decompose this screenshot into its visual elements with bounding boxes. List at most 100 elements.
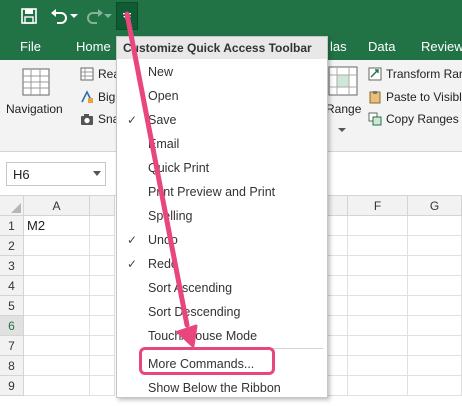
column-header-f[interactable]: F bbox=[348, 196, 408, 216]
row-header[interactable]: 2 bbox=[0, 236, 24, 256]
transform-range-icon[interactable] bbox=[368, 67, 382, 84]
grid-cell[interactable] bbox=[408, 296, 462, 316]
menu-item[interactable]: ✓ Redo bbox=[117, 252, 327, 276]
grid-cell[interactable] bbox=[348, 236, 408, 256]
grid-cell[interactable] bbox=[90, 276, 115, 296]
range-label[interactable]: Range bbox=[326, 102, 361, 116]
grid-cell[interactable] bbox=[328, 256, 348, 276]
column-header[interactable] bbox=[90, 196, 115, 216]
navigation-icon[interactable] bbox=[22, 68, 50, 99]
menu-item[interactable]: Sort Ascending bbox=[117, 276, 327, 300]
grid-cell[interactable] bbox=[348, 276, 408, 296]
grid-cell[interactable] bbox=[90, 336, 115, 356]
tab-home[interactable]: Home bbox=[76, 39, 111, 54]
grid-cell[interactable] bbox=[328, 336, 348, 356]
row-header[interactable]: 9 bbox=[0, 376, 24, 396]
range-icon[interactable] bbox=[328, 66, 358, 99]
redo-icon[interactable] bbox=[84, 4, 106, 28]
grid-cell[interactable] bbox=[90, 256, 115, 276]
paste-visible-label[interactable]: Paste to Visibl bbox=[386, 90, 462, 104]
chevron-down-icon[interactable] bbox=[93, 171, 101, 176]
menu-item[interactable]: New bbox=[117, 60, 327, 84]
customize-qat-button[interactable] bbox=[116, 2, 138, 30]
menu-item[interactable]: Spelling bbox=[117, 204, 327, 228]
redo-dropdown-icon[interactable] bbox=[104, 4, 112, 28]
grid-cell[interactable] bbox=[90, 356, 115, 376]
row-header[interactable]: 6 bbox=[0, 316, 24, 336]
copy-ranges-icon[interactable] bbox=[368, 112, 382, 129]
camera-icon[interactable] bbox=[80, 112, 94, 129]
grid-cell[interactable] bbox=[348, 316, 408, 336]
grid-cell[interactable] bbox=[348, 256, 408, 276]
row-header[interactable]: 7 bbox=[0, 336, 24, 356]
grid-cell[interactable] bbox=[328, 216, 348, 236]
tab-file[interactable]: File bbox=[20, 39, 41, 54]
grid-cell[interactable] bbox=[24, 296, 90, 316]
grid-cell[interactable] bbox=[24, 256, 90, 276]
menu-item[interactable]: Show Below the Ribbon bbox=[117, 376, 327, 400]
menu-item[interactable]: Sort Descending bbox=[117, 300, 327, 324]
menu-item[interactable]: Open bbox=[117, 84, 327, 108]
big-sense-label[interactable]: Big bbox=[98, 90, 115, 104]
menu-item[interactable]: Quick Print bbox=[117, 156, 327, 180]
big-sense-icon[interactable] bbox=[80, 90, 94, 107]
grid-cell[interactable] bbox=[408, 256, 462, 276]
grid-cell[interactable] bbox=[24, 276, 90, 296]
grid-cell[interactable] bbox=[24, 316, 90, 336]
grid-cell[interactable] bbox=[328, 316, 348, 336]
row-header[interactable]: 1 bbox=[0, 216, 24, 236]
grid-cell[interactable] bbox=[328, 296, 348, 316]
grid-cell[interactable] bbox=[328, 376, 348, 396]
tab-data[interactable]: Data bbox=[368, 39, 395, 54]
column-header-a[interactable]: A bbox=[24, 196, 90, 216]
column-header[interactable] bbox=[328, 196, 348, 216]
grid-cell[interactable] bbox=[90, 216, 115, 236]
undo-icon[interactable] bbox=[48, 4, 70, 28]
range-dropdown-icon[interactable] bbox=[338, 122, 346, 136]
grid-cell[interactable] bbox=[328, 236, 348, 256]
menu-item[interactable]: Email bbox=[117, 132, 327, 156]
row-header[interactable]: 8 bbox=[0, 356, 24, 376]
tab-review[interactable]: Review bbox=[421, 39, 462, 54]
paste-visible-icon[interactable] bbox=[368, 90, 382, 107]
grid-cell[interactable] bbox=[24, 336, 90, 356]
grid-cell[interactable] bbox=[348, 336, 408, 356]
grid-cell[interactable] bbox=[90, 316, 115, 336]
grid-cell[interactable] bbox=[90, 376, 115, 396]
tab-formulas[interactable]: las bbox=[330, 39, 347, 54]
grid-cell[interactable] bbox=[24, 356, 90, 376]
menu-item[interactable]: Print Preview and Print bbox=[117, 180, 327, 204]
copy-ranges-label[interactable]: Copy Ranges bbox=[386, 112, 459, 126]
menu-item[interactable]: ✓ Save bbox=[117, 108, 327, 132]
grid-cell[interactable] bbox=[408, 376, 462, 396]
row-header[interactable]: 5 bbox=[0, 296, 24, 316]
grid-cell[interactable] bbox=[328, 356, 348, 376]
grid-cell[interactable] bbox=[90, 296, 115, 316]
reading-layout-icon[interactable] bbox=[80, 67, 94, 84]
grid-cell[interactable] bbox=[408, 356, 462, 376]
grid-cell[interactable] bbox=[408, 276, 462, 296]
column-header-g[interactable]: G bbox=[408, 196, 462, 216]
grid-cell[interactable] bbox=[348, 296, 408, 316]
transform-range-label[interactable]: Transform Ran bbox=[386, 67, 462, 81]
grid-cell[interactable] bbox=[328, 276, 348, 296]
grid-cell[interactable] bbox=[348, 376, 408, 396]
grid-cell[interactable] bbox=[24, 236, 90, 256]
row-header[interactable]: 3 bbox=[0, 256, 24, 276]
grid-cell[interactable]: M2 bbox=[24, 216, 90, 236]
grid-cell[interactable] bbox=[90, 236, 115, 256]
grid-cell[interactable] bbox=[348, 216, 408, 236]
menu-item[interactable]: ✓ Undo bbox=[117, 228, 327, 252]
name-box[interactable]: H6 bbox=[6, 162, 106, 186]
grid-cell[interactable] bbox=[408, 316, 462, 336]
save-icon[interactable] bbox=[18, 4, 40, 28]
grid-cell[interactable] bbox=[408, 216, 462, 236]
grid-cell[interactable] bbox=[408, 236, 462, 256]
grid-cell[interactable] bbox=[24, 376, 90, 396]
grid-cell[interactable] bbox=[348, 356, 408, 376]
grid-cell[interactable] bbox=[408, 336, 462, 356]
navigation-label[interactable]: Navigation bbox=[6, 102, 63, 116]
row-header[interactable]: 4 bbox=[0, 276, 24, 296]
select-all-button[interactable] bbox=[0, 196, 24, 216]
undo-dropdown-icon[interactable] bbox=[70, 4, 78, 28]
